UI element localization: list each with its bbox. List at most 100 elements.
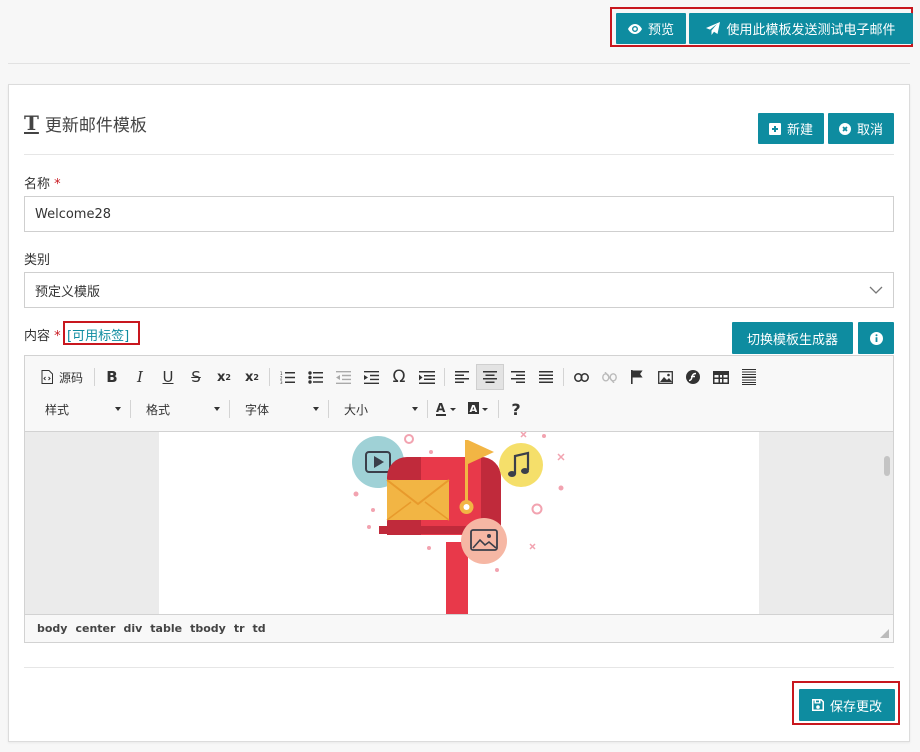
save-changes-label: 保存更改 [830, 699, 883, 715]
subscript-icon[interactable]: x2 [210, 364, 238, 390]
help-icon[interactable]: ? [502, 396, 530, 422]
outdent-icon[interactable] [329, 364, 357, 390]
format-select-label: 格式 [146, 402, 171, 417]
align-left-icon[interactable] [448, 364, 476, 390]
table-icon[interactable] [707, 364, 735, 390]
cancel-label: 取消 [856, 123, 883, 138]
rich-text-editor: 源码 B I U S x2 x2 123 Ω 样式 格式 字体 大小 A A ?… [24, 355, 894, 643]
email-template-panel: T 更新邮件模板 新建 取消 名称 * Welcome28 类别 预定义模版 内… [8, 84, 910, 742]
size-select[interactable]: 大小 [332, 396, 424, 422]
source-code-icon [41, 370, 53, 384]
toggle-template-builder-button[interactable]: 切换模板生成器 [732, 322, 853, 354]
dropdown-arrow-icon [115, 407, 121, 411]
name-label: 名称 * [24, 173, 61, 192]
name-input-value: Welcome28 [35, 206, 112, 222]
footer-divider [24, 667, 894, 668]
align-right-icon[interactable] [504, 364, 532, 390]
top-actions-highlight: 预览 使用此模板发送测试电子邮件 [610, 7, 913, 47]
available-tags-link[interactable]: [可用标签] [67, 325, 129, 344]
toolbar-separator [269, 368, 271, 386]
special-character-icon[interactable]: Ω [385, 364, 413, 390]
indent-icon[interactable] [357, 364, 385, 390]
svg-text:A: A [470, 404, 478, 415]
path-item[interactable]: center [75, 622, 115, 635]
required-mark: * [54, 177, 61, 192]
align-justify-icon[interactable] [532, 364, 560, 390]
category-label: 类别 [24, 253, 51, 268]
source-button[interactable]: 源码 [33, 364, 91, 390]
document-page[interactable] [159, 432, 759, 615]
svg-text:3: 3 [280, 380, 283, 384]
dropdown-arrow-icon [214, 407, 220, 411]
element-path-bar: body center div table tbody tr td [25, 614, 893, 642]
save-changes-button[interactable]: 保存更改 [799, 689, 896, 721]
path-item[interactable]: body [37, 622, 67, 635]
chevron-down-icon [869, 286, 883, 294]
text-format-icon: T [24, 110, 39, 135]
scrollbar-thumb[interactable] [884, 456, 890, 476]
unlink-icon[interactable] [595, 364, 623, 390]
superscript-icon[interactable]: x2 [238, 364, 266, 390]
format-select[interactable]: 格式 [134, 396, 226, 422]
name-input[interactable]: Welcome28 [24, 196, 894, 232]
bulleted-list-icon[interactable] [301, 364, 329, 390]
info-button[interactable] [858, 322, 894, 354]
content-label: 内容 * [24, 325, 61, 344]
strikethrough-icon[interactable]: S [182, 364, 210, 390]
new-button[interactable]: 新建 [757, 113, 824, 144]
toolbar-row-1: 源码 B I U S x2 x2 123 Ω [33, 364, 763, 390]
font-select-label: 字体 [245, 402, 270, 417]
style-select-label: 样式 [45, 402, 70, 417]
path-item[interactable]: tr [234, 622, 245, 635]
toolbar-separator [498, 400, 499, 418]
path-item[interactable]: table [150, 622, 182, 635]
content-tools: 切换模板生成器 [732, 322, 894, 354]
link-icon[interactable] [567, 364, 595, 390]
toolbar-row-2: 样式 格式 字体 大小 A A ? [33, 396, 530, 422]
italic-icon[interactable]: I [126, 364, 154, 390]
toolbar-separator [229, 400, 230, 418]
resize-handle-icon[interactable] [880, 629, 889, 638]
bold-icon[interactable]: B [98, 364, 126, 390]
toolbar-separator [427, 400, 428, 418]
align-center-icon[interactable] [476, 364, 505, 390]
underline-icon[interactable]: U [154, 364, 182, 390]
preview-button[interactable]: 预览 [616, 13, 686, 44]
blockquote-icon[interactable] [413, 364, 441, 390]
cancel-button[interactable]: 取消 [827, 113, 894, 144]
numbered-list-icon[interactable]: 123 [273, 364, 301, 390]
path-item[interactable]: td [253, 622, 266, 635]
eye-icon [627, 23, 642, 34]
preview-label: 预览 [647, 23, 674, 38]
send-test-email-button[interactable]: 使用此模板发送测试电子邮件 [689, 13, 913, 44]
name-label-text: 名称 [24, 177, 51, 192]
text-color-icon[interactable]: A [431, 396, 463, 422]
toolbar-separator [94, 368, 96, 386]
background-color-icon[interactable]: A [463, 396, 495, 422]
svg-text:A: A [436, 402, 446, 415]
editor-content-area[interactable] [25, 431, 893, 615]
font-select[interactable]: 字体 [233, 396, 325, 422]
category-select[interactable]: 预定义模版 [24, 272, 894, 308]
dropdown-arrow-icon [412, 407, 418, 411]
mailbox-illustration [352, 432, 565, 615]
floppy-disk-icon [812, 699, 824, 711]
content-label-text: 内容 [24, 329, 51, 344]
image-icon[interactable] [651, 364, 679, 390]
flash-icon[interactable] [679, 364, 707, 390]
panel-head-actions: 新建 取消 [757, 113, 894, 144]
top-divider [8, 63, 910, 64]
dropdown-arrow-icon [313, 407, 319, 411]
horizontal-rule-icon[interactable] [735, 364, 763, 390]
new-label: 新建 [786, 123, 813, 138]
panel-title: T 更新邮件模板 [24, 110, 147, 137]
path-item[interactable]: div [123, 622, 142, 635]
cancel-circle-icon [838, 122, 851, 135]
save-highlight: 保存更改 [792, 681, 900, 725]
style-select[interactable]: 样式 [33, 396, 127, 422]
category-select-value: 预定义模版 [35, 284, 101, 300]
path-item[interactable]: tbody [190, 622, 226, 635]
toolbar-separator [563, 368, 565, 386]
anchor-flag-icon[interactable] [623, 364, 651, 390]
paper-plane-icon [706, 22, 721, 35]
